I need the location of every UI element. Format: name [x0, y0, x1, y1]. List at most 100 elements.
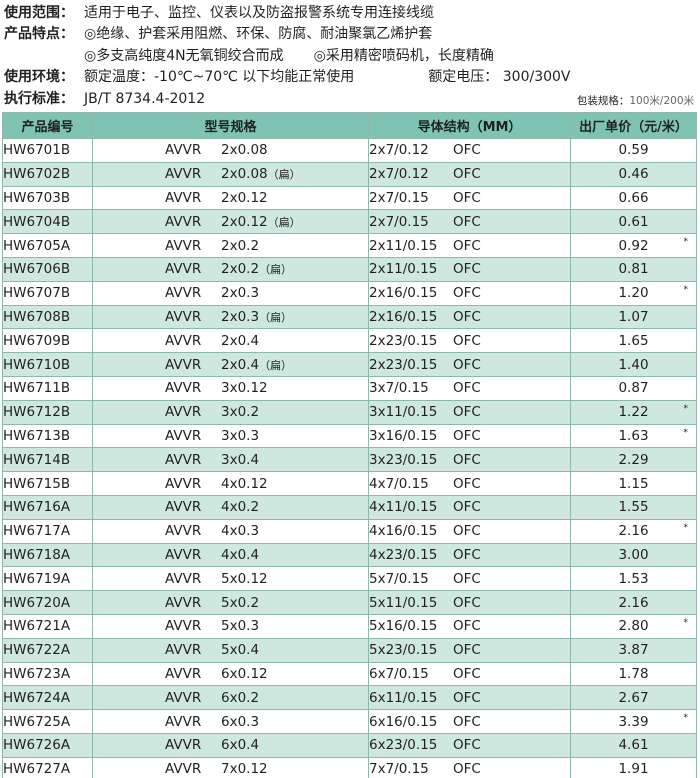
price-cell: 1.07	[570, 304, 697, 330]
unit-price: 1.65	[618, 332, 649, 349]
conductor-structure: 2x7/0.15	[369, 213, 429, 230]
cable-type: AVVR	[165, 689, 202, 706]
cable-type: AVVR	[165, 737, 202, 754]
unit-price: 0.46	[618, 166, 649, 183]
conductor-material: OFC	[453, 356, 481, 373]
table-row: HW6727A AVVR 7x0.12 7x7/0.15 OFC 1.91	[2, 756, 697, 778]
cable-size: 4x0.12	[221, 475, 268, 492]
star-mark: *	[683, 284, 689, 295]
model-spec-cell: AVVR 2x0.3（扁）	[92, 304, 369, 330]
cable-type: AVVR	[165, 142, 202, 159]
cable-size: 2x0.08	[221, 142, 268, 159]
model-spec-cell: AVVR 4x0.4	[92, 542, 369, 568]
conductor-cell: 2x16/0.15 OFC	[368, 304, 571, 330]
star-mark: *	[683, 403, 689, 414]
cable-type: AVVR	[165, 166, 202, 183]
cable-size: 6x0.12	[221, 665, 268, 682]
conductor-structure: 3x16/0.15	[369, 427, 438, 444]
price-cell: 3.87	[570, 637, 697, 663]
cable-type: AVVR	[165, 594, 202, 611]
conductor-material: OFC	[453, 142, 481, 159]
table-body: HW6701B AVVR 2x0.08 2x7/0.12 OFC 0.59 HW6702B A…	[2, 138, 697, 778]
flat-note: （扁）	[259, 358, 293, 372]
cable-size: 6x0.2	[221, 689, 260, 706]
table-row: HW6712B AVVR 3x0.2 3x11/0.15 OFC 1.22 *	[2, 399, 697, 425]
cable-size: 2x0.12	[221, 213, 268, 230]
model-spec-cell: AVVR 2x0.12	[92, 185, 369, 211]
star-mark: *	[683, 427, 689, 438]
product-code: HW6726A	[3, 737, 71, 754]
table-row: HW6726A AVVR 6x0.4 6x23/0.15 OFC 4.61	[2, 732, 697, 758]
cable-type: AVVR	[165, 642, 202, 659]
conductor-structure: 2x16/0.15	[369, 308, 438, 325]
price-cell: 3.00	[570, 542, 697, 568]
unit-price: 0.61	[618, 213, 649, 230]
conductor-cell: 2x7/0.12 OFC	[368, 161, 571, 187]
conductor-structure: 5x11/0.15	[369, 594, 438, 611]
model-spec-cell: AVVR 2x0.08	[92, 138, 369, 163]
model-spec-cell: AVVR 2x0.2	[92, 233, 369, 258]
price-cell: 1.53	[570, 566, 697, 592]
product-code-cell: HW6709B	[2, 328, 93, 354]
price-cell: 1.55	[570, 494, 697, 520]
conductor-structure: 6x11/0.15	[369, 689, 438, 706]
header-model-spec: 型号规格	[92, 112, 369, 139]
unit-price: 2.67	[618, 689, 649, 706]
conductor-cell: 4x16/0.15 OFC	[368, 518, 571, 544]
product-code: HW6704B	[3, 213, 71, 230]
unit-price: 1.40	[618, 356, 649, 373]
cable-type: AVVR	[165, 618, 202, 635]
features-text-2b: ◎采用精密喷码机，长度精确	[313, 47, 494, 64]
cable-type: AVVR	[165, 332, 202, 349]
conductor-structure: 2x23/0.15	[369, 356, 438, 373]
conductor-cell: 3x16/0.15 OFC	[368, 423, 571, 449]
price-cell: 1.22 *	[570, 399, 697, 425]
product-code: HW6723A	[3, 665, 71, 682]
unit-price: 2.80	[618, 618, 649, 635]
unit-price: 1.63	[618, 427, 649, 444]
model-spec-cell: AVVR 6x0.2	[92, 685, 369, 711]
product-code: HW6719A	[3, 570, 71, 587]
product-code-cell: HW6716A	[2, 494, 93, 520]
conductor-material: OFC	[453, 689, 481, 706]
cable-type: AVVR	[165, 451, 202, 468]
price-cell: 2.16	[570, 590, 697, 615]
product-code: HW6701B	[3, 142, 71, 159]
unit-price: 1.15	[618, 475, 649, 492]
conductor-cell: 6x11/0.15 OFC	[368, 685, 571, 711]
cable-type: AVVR	[165, 499, 202, 516]
price-cell: 0.92 *	[570, 233, 697, 258]
environment-line: 使用环境： 额定温度：-10℃~70℃ 以下均能正常使用 额定电压： 300/300…	[4, 67, 696, 88]
conductor-structure: 5x7/0.15	[369, 570, 429, 587]
conductor-cell: 4x7/0.15 OFC	[368, 471, 571, 496]
conductor-cell: 2x11/0.15 OFC	[368, 256, 571, 282]
conductor-structure: 3x23/0.15	[369, 451, 438, 468]
table-row: HW6713B AVVR 3x0.3 3x16/0.15 OFC 1.63 *	[2, 423, 697, 449]
temperature-value: 额定温度：-10℃~70℃ 以下均能正常使用	[84, 69, 355, 86]
table-row: HW6725A AVVR 6x0.3 6x16/0.15 OFC 3.39 *	[2, 709, 697, 734]
cable-type: AVVR	[165, 380, 202, 397]
price-cell: 1.63 *	[570, 423, 697, 449]
cable-type: AVVR	[165, 237, 202, 254]
cable-type: AVVR	[165, 665, 202, 682]
conductor-material: OFC	[453, 761, 481, 778]
price-cell: 0.61	[570, 209, 697, 235]
conductor-structure: 2x11/0.15	[369, 261, 438, 278]
packaging-value-200: 200米	[663, 95, 694, 107]
table-row: HW6704B AVVR 2x0.12（扁） 2x7/0.15 OFC 0.61	[2, 209, 697, 235]
product-code: HW6715B	[3, 475, 71, 492]
table-row: HW6722A AVVR 5x0.4 5x23/0.15 OFC 3.87	[2, 637, 697, 663]
scope-line: 使用范围： 适用于电子、监控、仪表以及防盗报警系统专用连接线缆	[4, 3, 696, 24]
table-row: HW6715B AVVR 4x0.12 4x7/0.15 OFC 1.15	[2, 471, 697, 496]
cable-size: 5x0.12	[221, 570, 268, 587]
conductor-cell: 3x11/0.15 OFC	[368, 399, 571, 425]
product-code-cell: HW6718A	[2, 542, 93, 568]
product-code-cell: HW6721A	[2, 613, 93, 639]
product-code: HW6708B	[3, 308, 71, 325]
cable-type: AVVR	[165, 213, 202, 230]
conductor-cell: 2x16/0.15 OFC	[368, 280, 571, 306]
unit-price: 1.78	[618, 665, 649, 682]
price-cell: 1.20 *	[570, 280, 697, 306]
table-row: HW6707B AVVR 2x0.3 2x16/0.15 OFC 1.20 *	[2, 280, 697, 306]
unit-price: 0.66	[618, 189, 649, 206]
